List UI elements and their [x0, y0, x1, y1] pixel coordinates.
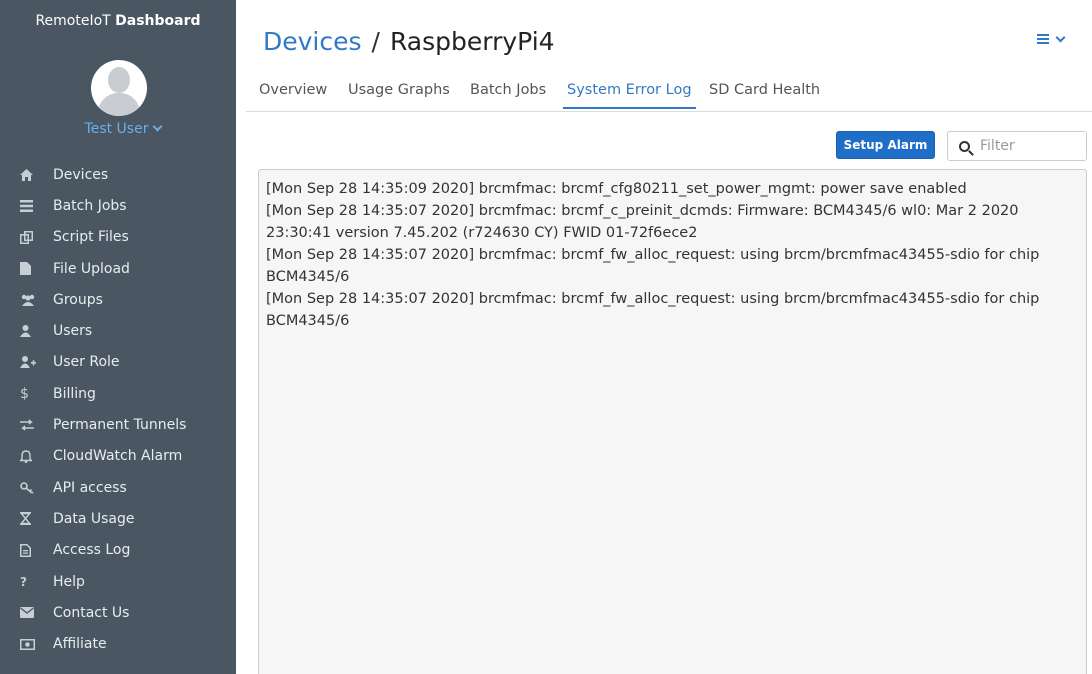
chevron-down-icon — [153, 121, 163, 132]
setup-alarm-button[interactable]: Setup Alarm — [836, 131, 935, 159]
brand-title: RemoteIoT Dashboard — [0, 13, 236, 29]
sidebar-item-batch-jobs[interactable]: Batch Jobs — [0, 190, 236, 221]
log-line: [Mon Sep 28 14:35:07 2020] brcmfmac: brc… — [266, 247, 1040, 285]
hamburger-icon — [1037, 34, 1049, 44]
breadcrumb-devices[interactable]: Devices — [263, 27, 362, 56]
sidebar-item-label: Billing — [53, 385, 96, 402]
sidebar-item-script-files[interactable]: Script Files — [0, 222, 236, 253]
log-line: [Mon Sep 28 14:35:09 2020] brcmfmac: brc… — [266, 181, 967, 197]
files-icon — [0, 230, 53, 244]
tab-system-error-log[interactable]: System Error Log — [563, 82, 696, 109]
sidebar: RemoteIoT Dashboard Test User Devices Ba… — [0, 0, 236, 674]
sidebar-item-label: Access Log — [53, 542, 131, 559]
users-icon — [0, 294, 53, 306]
sidebar-nav: Devices Batch Jobs Script Files File Upl… — [0, 159, 236, 660]
brand-bold: Dashboard — [115, 13, 201, 29]
exchange-icon — [0, 419, 53, 431]
tab-overview[interactable]: Overview — [259, 82, 327, 107]
sidebar-item-help[interactable]: ? Help — [0, 566, 236, 597]
device-name: RaspberryPi4 — [389, 27, 555, 56]
list-icon — [0, 199, 53, 212]
sidebar-item-label: Groups — [53, 291, 103, 308]
avatar-head — [108, 67, 130, 93]
sidebar-item-billing[interactable]: $ Billing — [0, 378, 236, 409]
page-menu-button[interactable] — [1037, 32, 1066, 44]
sidebar-item-label: Batch Jobs — [53, 197, 127, 214]
filter-field — [947, 131, 1087, 161]
system-error-log[interactable]: [Mon Sep 28 14:35:09 2020] brcmfmac: brc… — [258, 169, 1087, 674]
brand-prefix: RemoteIoT — [35, 13, 111, 29]
bell-icon — [0, 450, 53, 463]
home-icon — [0, 168, 53, 181]
sidebar-item-user-role[interactable]: User Role — [0, 347, 236, 378]
question-icon: ? — [20, 574, 27, 589]
sidebar-item-cloudwatch-alarm[interactable]: CloudWatch Alarm — [0, 441, 236, 472]
money-icon — [0, 638, 53, 650]
sidebar-item-label: Devices — [53, 166, 109, 183]
sidebar-item-file-upload[interactable]: File Upload — [0, 253, 236, 284]
page-title: Devices / RaspberryPi4 — [263, 27, 555, 56]
log-line: [Mon Sep 28 14:35:07 2020] brcmfmac: brc… — [266, 203, 1019, 241]
avatar-body — [98, 93, 140, 116]
file-icon — [0, 262, 53, 276]
sidebar-item-permanent-tunnels[interactable]: Permanent Tunnels — [0, 409, 236, 440]
sidebar-item-label: Help — [53, 573, 85, 590]
tab-usage-graphs[interactable]: Usage Graphs — [348, 82, 450, 107]
filter-input[interactable] — [980, 138, 1080, 154]
user-name: Test User — [84, 121, 149, 137]
sidebar-item-contact-us[interactable]: Contact Us — [0, 597, 236, 628]
avatar[interactable] — [91, 60, 147, 116]
sidebar-item-api-access[interactable]: API access — [0, 472, 236, 503]
envelope-icon — [0, 607, 53, 619]
sidebar-item-access-log[interactable]: Access Log — [0, 535, 236, 566]
sidebar-item-users[interactable]: Users — [0, 315, 236, 346]
user-menu[interactable]: Test User — [0, 121, 246, 137]
sidebar-item-label: File Upload — [53, 260, 130, 277]
sidebar-item-devices[interactable]: Devices — [0, 159, 236, 190]
sidebar-item-label: Contact Us — [53, 604, 130, 621]
tab-sd-card-health[interactable]: SD Card Health — [709, 82, 820, 107]
sidebar-item-label: Script Files — [53, 229, 129, 246]
sidebar-item-data-usage[interactable]: Data Usage — [0, 503, 236, 534]
sidebar-item-label: Users — [53, 323, 93, 340]
chevron-down-icon — [1055, 32, 1066, 42]
sidebar-item-label: API access — [53, 479, 127, 496]
breadcrumb-separator: / — [371, 27, 380, 56]
sidebar-item-affiliate[interactable]: Affiliate — [0, 628, 236, 659]
user-plus-icon — [0, 356, 53, 369]
log-line: [Mon Sep 28 14:35:07 2020] brcmfmac: brc… — [266, 291, 1040, 329]
sidebar-item-label: Data Usage — [53, 510, 135, 527]
dollar-icon: $ — [20, 385, 29, 402]
search-icon — [959, 140, 970, 152]
sidebar-item-groups[interactable]: Groups — [0, 284, 236, 315]
sidebar-item-label: User Role — [53, 354, 120, 371]
user-icon — [0, 325, 53, 338]
device-tabs: Overview Usage Graphs Batch Jobs System … — [246, 70, 1092, 112]
document-icon — [0, 543, 53, 557]
sidebar-item-label: Affiliate — [53, 636, 107, 653]
sidebar-item-label: Permanent Tunnels — [53, 417, 187, 434]
tab-batch-jobs[interactable]: Batch Jobs — [470, 82, 546, 107]
sidebar-item-label: CloudWatch Alarm — [53, 448, 183, 465]
hourglass-icon — [0, 512, 53, 526]
key-icon — [0, 481, 53, 494]
